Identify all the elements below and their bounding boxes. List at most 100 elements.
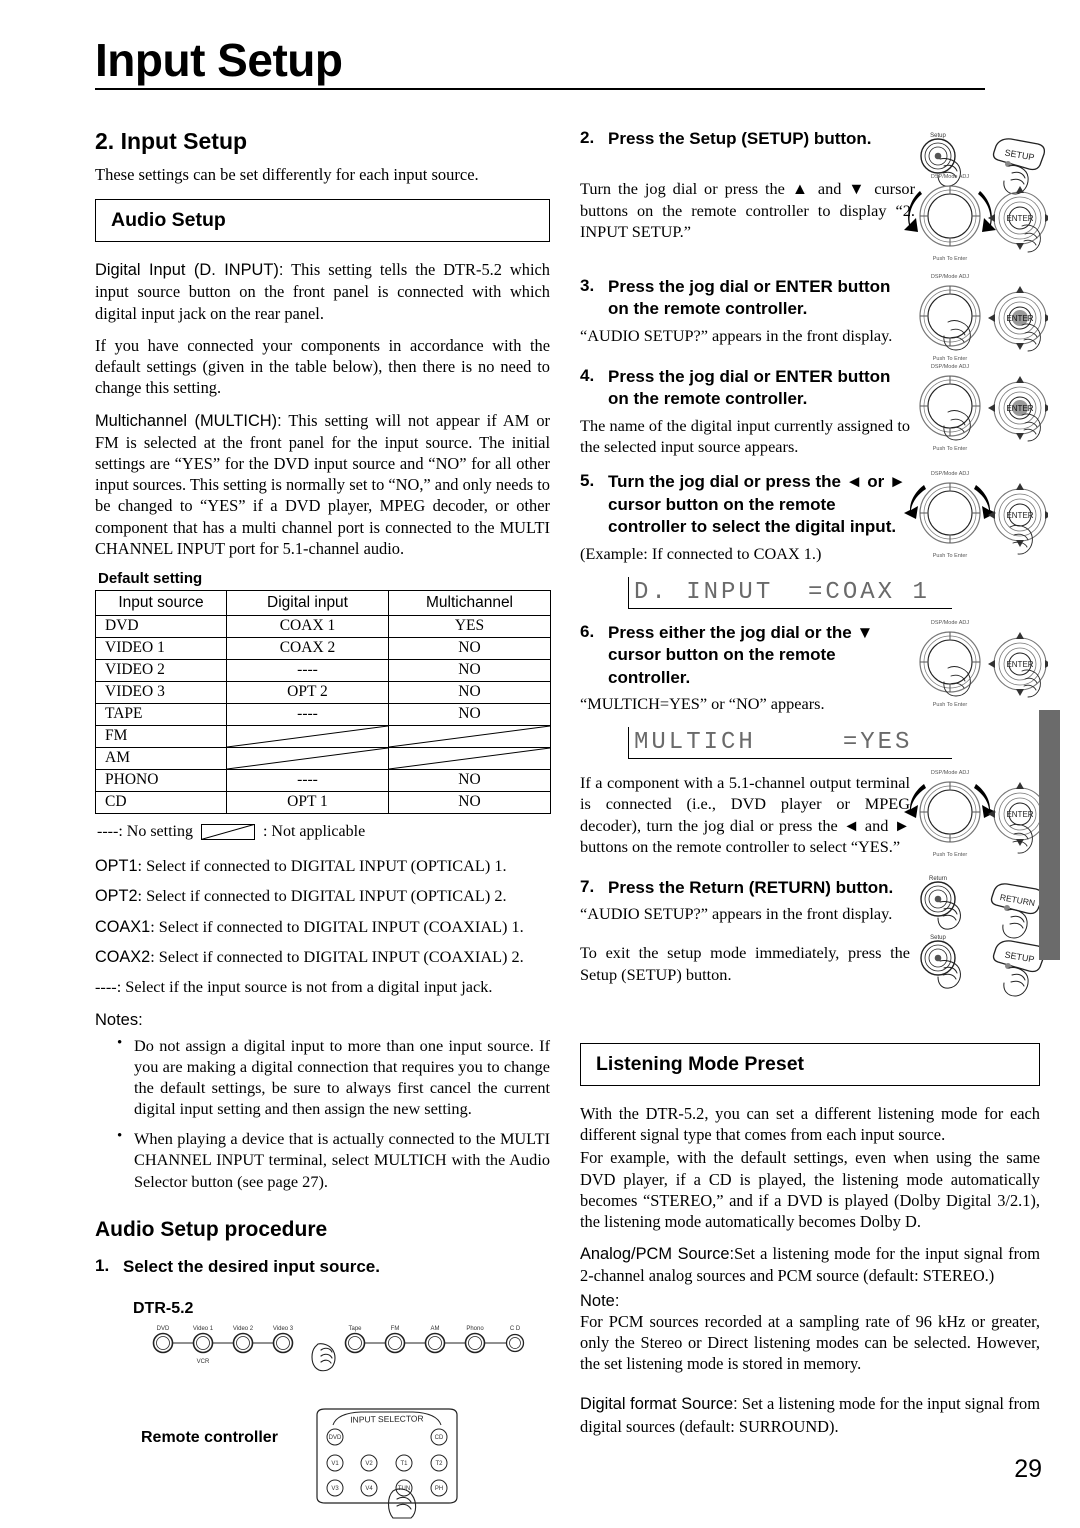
cell-digital: COAX 1 xyxy=(226,615,389,639)
jog-dial-turn-illustration-3: DSP/Mode ADJ Push To Enter ENTER xyxy=(904,770,1048,858)
front-panel-label-video2: Video 2 xyxy=(233,1326,254,1332)
jog-dial-turn-illustration: DSP/Mode ADJ Push To Enter ENTER xyxy=(904,174,1048,262)
input-selector-title: INPUT SELECTOR xyxy=(350,1413,424,1424)
front-panel-button-labels: DVD Video 1 Video 2 Video 3 Tape FM AM P… xyxy=(157,1326,521,1332)
step-text: Press the Return (RETURN) button. xyxy=(608,877,894,897)
step-3-sub: “AUDIO SETUP?” appears in the front disp… xyxy=(580,325,893,345)
para-multichannel-text: This setting will not appear if AM or FM… xyxy=(95,410,550,558)
front-panel-label-fm: FM xyxy=(391,1326,400,1332)
step-2-row: 2. Press the Setup (SETUP) button. Setup xyxy=(580,128,1046,195)
legend-no-setting: ----: No setting xyxy=(97,823,193,841)
table-row: AM xyxy=(95,747,551,771)
enter-button-label: ENTER xyxy=(1006,660,1033,669)
column-header-digital-input: Digital input xyxy=(226,590,389,617)
not-applicable-diagonal-icon xyxy=(227,748,388,769)
table-body: Input source Digital input Multichannel … xyxy=(95,590,551,815)
lm-note-text: For PCM sources recorded at a sampling r… xyxy=(580,1311,1040,1374)
notes-list: Do not assign a digital input to more th… xyxy=(95,1034,550,1192)
step-text: Press the jog dial or ENTER button on th… xyxy=(608,367,891,409)
page-number: 29 xyxy=(1014,1455,1042,1483)
section-title: 2. Input Setup xyxy=(95,128,248,154)
step-5-row: 5. Turn the jog dial or press the ◄ or ►… xyxy=(580,471,1048,563)
cell-digital: OPT 1 xyxy=(226,791,389,815)
step-6-sub2-row: If a component with a 5.1-channel output… xyxy=(580,770,1048,858)
column-header-multichannel: Multichannel xyxy=(388,590,551,617)
step-text: Press the Setup (SETUP) button. xyxy=(608,129,872,148)
enter-button-label: ENTER xyxy=(1006,214,1033,223)
definition-text: : Select if connected to DIGITAL INPUT (… xyxy=(137,856,507,876)
cell-source: PHONO xyxy=(95,769,227,793)
definition-label: OPT2 xyxy=(95,887,138,906)
legend-not-applicable-label: : Not applicable xyxy=(262,823,366,841)
edge-tab-marker xyxy=(1039,710,1060,960)
definition-item: OPT1: Select if connected to DIGITAL INP… xyxy=(95,855,550,877)
step-number: 4. xyxy=(580,366,595,385)
term-digital-format-source: Digital format Source: xyxy=(580,1395,738,1414)
table-legend: ----: No setting : Not applicable xyxy=(97,823,550,841)
step-7-sub: “AUDIO SETUP?” appears in the front disp… xyxy=(580,904,893,924)
left-column: 2. Input Setup These settings can be set… xyxy=(95,128,551,1519)
cell-source: DVD xyxy=(95,615,227,639)
front-panel-label-video3: Video 3 xyxy=(273,1326,294,1332)
table-row: VIDEO 3 OPT 2 NO xyxy=(95,681,551,705)
front-panel-label-vcr: VCR xyxy=(197,1359,210,1365)
remote-key-dvd: DVD xyxy=(329,1435,342,1441)
jog-dial-icon xyxy=(919,781,981,843)
not-applicable-diagonal-icon xyxy=(227,726,388,747)
cell-digital: COAX 2 xyxy=(226,637,389,661)
return-knob-label: Return xyxy=(929,876,947,882)
step-number: 3. xyxy=(580,275,595,295)
listening-mode-box-heading: Listening Mode Preset xyxy=(580,1042,1040,1086)
step-7-sub2: To exit the setup mode immediately, pres… xyxy=(580,943,910,984)
not-applicable-swatch-icon xyxy=(200,824,255,841)
remote-key-t2: T2 xyxy=(435,1461,443,1467)
step-5-sub: (Example: If connected to COAX 1.) xyxy=(580,543,822,563)
jog-dial-top-label: DSP/Mode ADJ xyxy=(931,174,969,180)
jog-dial-bottom-label: Push To Enter xyxy=(933,446,968,452)
lcd-display-multichannel: MULTICH =YES xyxy=(628,727,952,760)
remote-keypad-illustration: INPUT SELECTOR DVD CD V1 V2 T1 T2 V3 V4 … xyxy=(316,1408,458,1519)
lm-note-heading: Note: xyxy=(580,1291,620,1310)
table-row: VIDEO 1 COAX 2 NO xyxy=(95,637,551,661)
para-default-settings: If you have connected your components in… xyxy=(95,335,550,398)
jog-dial-bottom-label: Push To Enter xyxy=(933,702,968,708)
definitions-list: OPT1: Select if connected to DIGITAL INP… xyxy=(95,855,550,997)
definition-item: COAX1: Select if connected to DIGITAL IN… xyxy=(95,916,550,938)
jog-dial-icon xyxy=(919,482,981,544)
definition-item: COAX2: Select if connected to DIGITAL IN… xyxy=(95,946,550,968)
definition-text: : Select if connected to DIGITAL INPUT (… xyxy=(150,916,524,936)
term-digital-input: Digital Input (D. INPUT): xyxy=(95,261,284,280)
cell-source: VIDEO 1 xyxy=(95,637,227,661)
enter-button-label: ENTER xyxy=(1006,810,1033,819)
step-6-sub2: If a component with a 5.1-channel output… xyxy=(580,773,910,856)
jog-dial-bottom-label: Push To Enter xyxy=(933,256,968,262)
step-6-row: 6. Press either the jog dial or the ▼ cu… xyxy=(580,620,1048,714)
para-digital-input: Digital Input (D. INPUT): This setting t… xyxy=(95,259,550,324)
enter-button-label: ENTER xyxy=(1006,511,1033,520)
step-5: 5. Turn the jog dial or press the ◄ or ►… xyxy=(580,471,910,538)
default-setting-table: Input source Digital input Multichannel … xyxy=(95,590,551,815)
cell-not-applicable xyxy=(388,747,551,771)
jog-dial-top-label: DSP/Mode ADJ xyxy=(931,471,969,477)
definition-label: COAX2 xyxy=(95,947,151,966)
legend-not-applicable-icon xyxy=(200,824,255,841)
remote-controller-figure: Remote controller INPUT SELECTOR DVD CD … xyxy=(95,1399,550,1519)
cell-multich: NO xyxy=(388,791,551,815)
jog-dial-bottom-label: Push To Enter xyxy=(933,553,968,559)
table-row: TAPE ---- NO xyxy=(95,703,551,727)
cell-not-applicable xyxy=(226,747,389,771)
step-7-row: 7. Press the Return (RETURN) button. “AU… xyxy=(580,876,1044,939)
cell-source: VIDEO 3 xyxy=(95,681,227,705)
step-text: Press the jog dial or ENTER button on th… xyxy=(608,276,891,319)
setup-knob-icon xyxy=(920,940,956,977)
not-applicable-diagonal-icon xyxy=(389,726,550,747)
cell-multich: NO xyxy=(388,703,551,727)
masthead-rule xyxy=(95,88,985,91)
jog-dial-icon xyxy=(919,375,981,437)
table-row: DVD COAX 1 YES xyxy=(95,615,551,639)
page-title: Input Setup xyxy=(95,34,343,86)
enter-button-label: ENTER xyxy=(1006,314,1033,323)
lcd-display-digital-input: D. INPUT =COAX 1 xyxy=(628,576,952,609)
remote-key-v3: V3 xyxy=(331,1486,339,1492)
cell-source: TAPE xyxy=(95,703,227,727)
